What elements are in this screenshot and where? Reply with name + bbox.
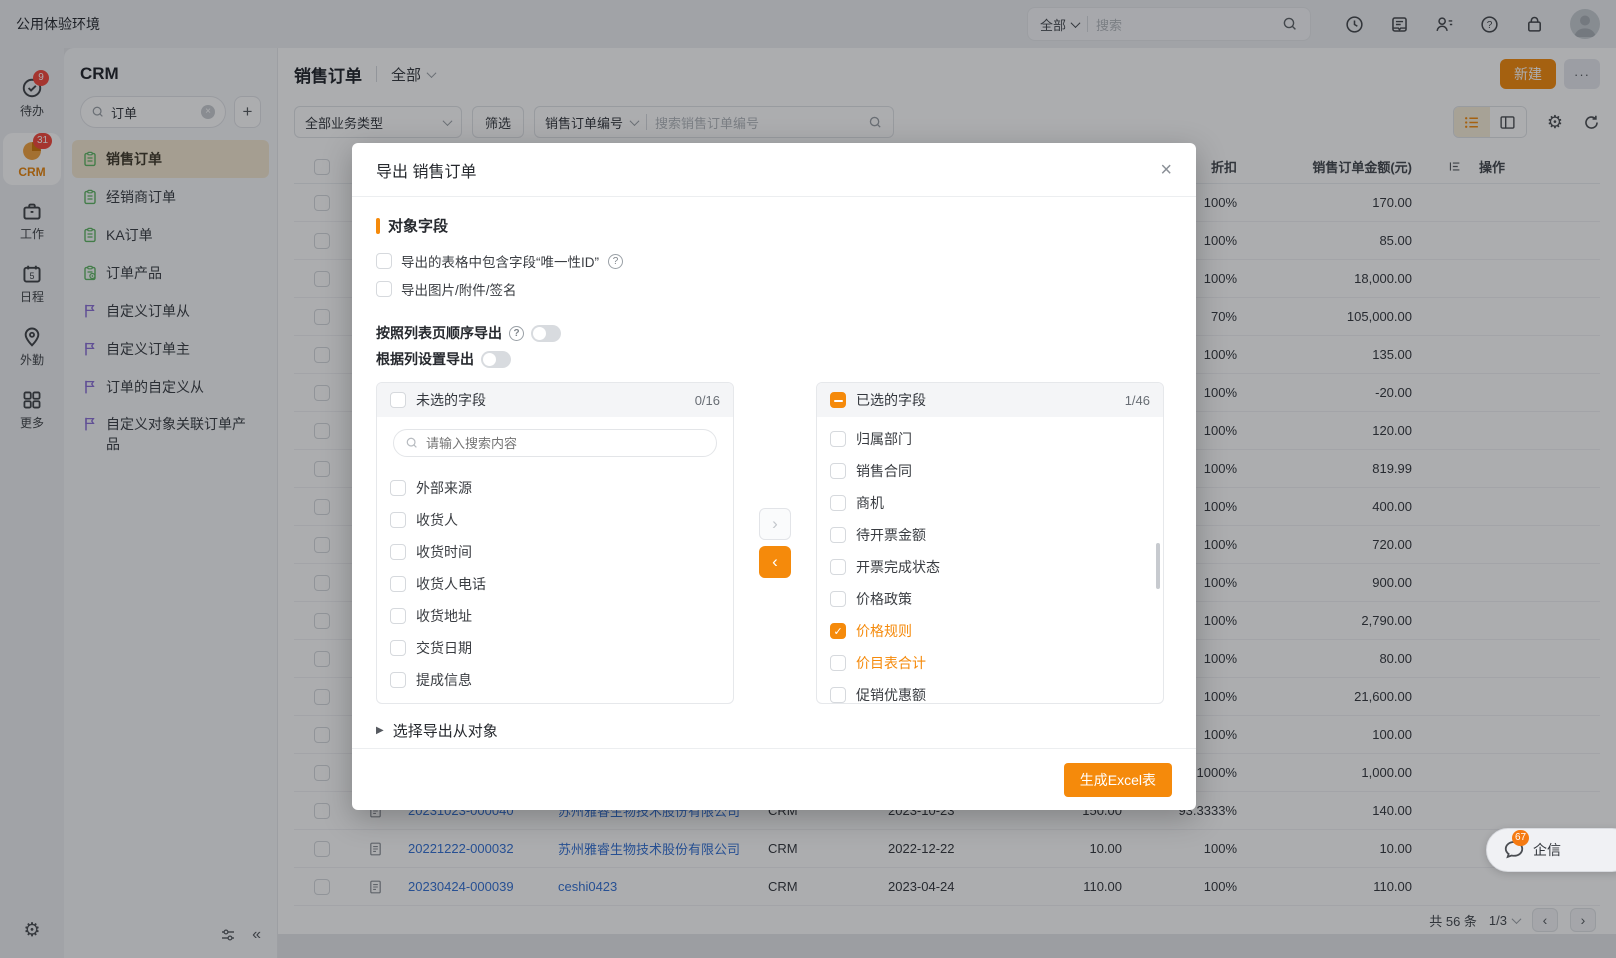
list-order-toggle[interactable] (531, 325, 561, 342)
unselected-title: 未选的字段 (416, 390, 486, 410)
field-option[interactable]: 促销优惠额 (830, 679, 1150, 704)
section-title: 对象字段 (388, 215, 448, 236)
unselected-fields-panel: 未选的字段 0/16 外部来源 收货人 收货时间 收货人电话 收货地址 交货日期… (376, 382, 734, 704)
field-option[interactable]: 销售合同 (830, 455, 1150, 487)
column-setting-toggle[interactable] (481, 351, 511, 368)
list-order-toggle-label: 按照列表页顺序导出 (376, 323, 502, 343)
selected-select-all-checkbox[interactable] (830, 392, 846, 408)
field-option[interactable]: 开票完成状态 (830, 551, 1150, 583)
unique-id-label: 导出的表格中包含字段“唯一性ID” (401, 251, 599, 271)
field-option[interactable]: 提成信息 (390, 664, 720, 696)
qixin-label: 企信 (1533, 840, 1561, 860)
export-dialog: 导出 销售订单 × 对象字段 导出的表格中包含字段“唯一性ID” ? 导出图片/… (352, 143, 1196, 810)
field-option[interactable]: 外部来源 (390, 472, 720, 504)
field-option[interactable]: 收货人电话 (390, 568, 720, 600)
chat-bubble-icon: 67 (1503, 839, 1525, 861)
move-left-button[interactable]: ‹ (759, 546, 791, 578)
unselected-count: 0/16 (695, 393, 720, 408)
field-search-input[interactable] (426, 436, 705, 451)
field-option[interactable]: 收货地址 (390, 600, 720, 632)
attachments-label: 导出图片/附件/签名 (401, 279, 517, 299)
unique-id-checkbox[interactable] (376, 253, 392, 269)
field-option[interactable]: 收货人 (390, 504, 720, 536)
triangle-right-icon: ▶ (376, 725, 384, 736)
export-detail-object-expander[interactable]: ▶ 选择导出从对象 (376, 720, 1172, 741)
move-right-button[interactable]: › (759, 508, 791, 540)
field-option[interactable]: 价格政策 (830, 583, 1150, 615)
selected-title: 已选的字段 (856, 390, 926, 410)
qixin-badge: 67 (1512, 830, 1529, 846)
field-option[interactable]: 价目表合计 (830, 647, 1150, 679)
search-icon (405, 436, 419, 450)
scrollbar-thumb[interactable] (1156, 543, 1160, 589)
generate-excel-button[interactable]: 生成Excel表 (1064, 763, 1172, 797)
field-option[interactable]: 待开票金额 (830, 519, 1150, 551)
selected-count: 1/46 (1125, 393, 1150, 408)
help-icon[interactable]: ? (608, 254, 623, 269)
field-option[interactable]: 商机 (830, 487, 1150, 519)
field-option[interactable]: 收货时间 (390, 536, 720, 568)
dialog-title: 导出 销售订单 (376, 158, 476, 182)
selected-fields-panel: 已选的字段 1/46 归属部门 销售合同 商机 待开票金额 开票完成状态 价格政… (816, 382, 1164, 704)
close-icon[interactable]: × (1160, 160, 1172, 180)
help-icon[interactable]: ? (509, 326, 524, 341)
section-accent-bar (376, 218, 380, 234)
field-search[interactable] (393, 429, 717, 457)
field-option[interactable]: 交货日期 (390, 632, 720, 664)
field-option[interactable]: 归属部门 (830, 423, 1150, 455)
column-setting-toggle-label: 根据列设置导出 (376, 349, 474, 369)
unselected-select-all-checkbox[interactable] (390, 392, 406, 408)
field-option[interactable]: 价格规则 (830, 615, 1150, 647)
qixin-floating-widget[interactable]: 67 企信 (1486, 828, 1616, 872)
attachments-checkbox[interactable] (376, 281, 392, 297)
